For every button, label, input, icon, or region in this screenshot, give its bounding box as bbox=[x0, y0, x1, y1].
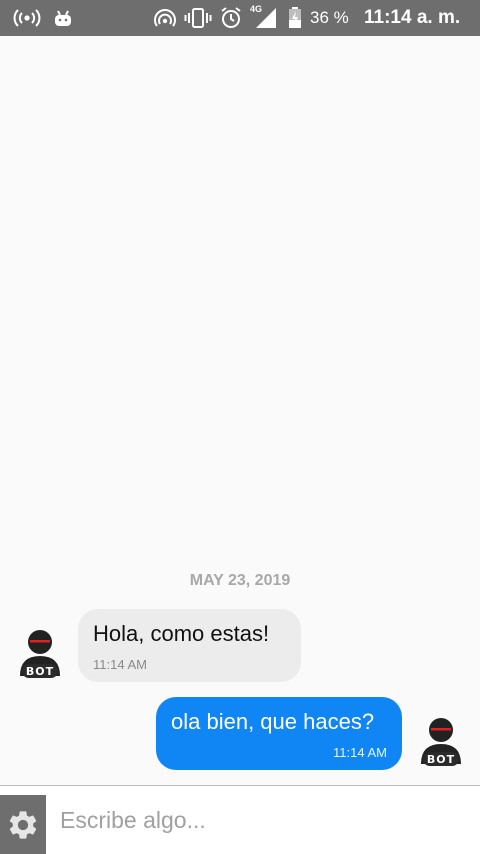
message-input[interactable] bbox=[60, 800, 470, 840]
bot-avatar: BOT bbox=[18, 628, 62, 680]
outgoing-message-bubble[interactable]: ola bien, que haces? 11:14 AM bbox=[156, 697, 402, 770]
message-text: Hola, como estas! bbox=[93, 621, 270, 646]
alarm-icon bbox=[218, 0, 244, 36]
date-separator: MAY 23, 2019 bbox=[189, 572, 291, 589]
hotspot-icon bbox=[12, 0, 42, 36]
cast-icon bbox=[152, 0, 178, 36]
chat-area[interactable]: MAY 23, 2019 BOT Hola, como estas! 11:14… bbox=[0, 36, 480, 785]
avatar-label: BOT bbox=[25, 665, 55, 678]
settings-button[interactable] bbox=[0, 795, 46, 854]
battery-percent: 36 % bbox=[310, 8, 349, 27]
signal-icon: 4G bbox=[250, 0, 278, 36]
gear-icon bbox=[6, 808, 40, 842]
incoming-message-bubble[interactable]: Hola, como estas! 11:14 AM bbox=[78, 609, 301, 682]
avatar-label: BOT bbox=[426, 753, 456, 766]
user-avatar: BOT bbox=[419, 716, 463, 768]
status-time: 11:14 a. m. bbox=[364, 7, 461, 28]
message-text: ola bien, que haces? bbox=[171, 709, 375, 734]
vibrate-icon bbox=[184, 0, 212, 36]
status-bar: 4G 36 % 11:14 a. m. bbox=[0, 0, 480, 36]
message-composer bbox=[0, 785, 480, 854]
android-icon bbox=[52, 0, 74, 36]
battery-icon bbox=[286, 0, 304, 36]
message-time: 11:14 AM bbox=[333, 745, 387, 760]
message-time: 11:14 AM bbox=[93, 657, 147, 672]
